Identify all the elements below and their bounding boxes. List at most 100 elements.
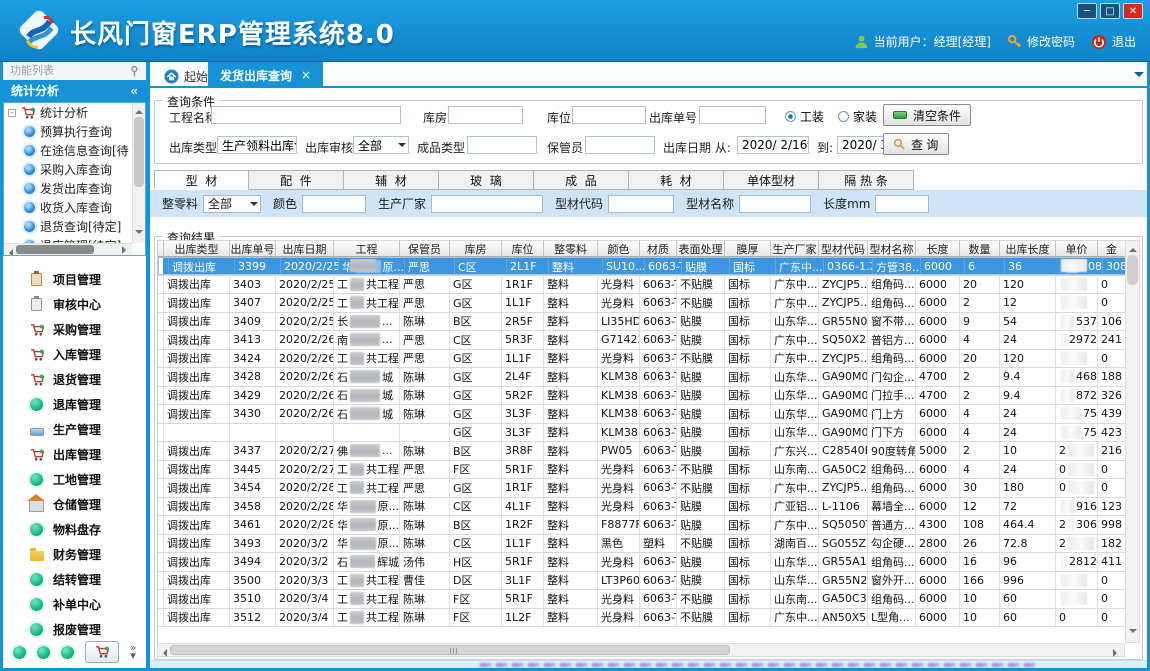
column-header[interactable]: 出库类型: [164, 240, 230, 257]
column-header[interactable]: 出库日期: [276, 240, 334, 257]
material-tab-配件[interactable]: 配 件: [249, 170, 344, 190]
close-button[interactable]: ✕: [1123, 3, 1143, 19]
radio-家装[interactable]: 家装: [838, 108, 877, 125]
tab-close-icon[interactable]: ×: [301, 68, 311, 82]
radio-工装[interactable]: 工装: [785, 108, 824, 125]
table-row[interactable]: 调拨出库35002020/3/3工共工程曹佳D区3L1F整料LT3P606063…: [158, 572, 1125, 591]
manufacturer-input[interactable]: [431, 195, 543, 213]
column-header[interactable]: 工程: [334, 240, 400, 257]
column-header[interactable]: 库位: [502, 240, 544, 257]
column-header[interactable]: 保管员: [400, 240, 450, 257]
column-header[interactable]: 材质: [640, 240, 677, 257]
table-row[interactable]: G区3L3F整料KLM38176063-T5贴膜国标山东华...GA90M09.…: [158, 424, 1125, 443]
scroll-down-icon[interactable]: [1129, 629, 1137, 637]
tree-collapse-icon[interactable]: -: [8, 109, 16, 117]
color-input[interactable]: [302, 195, 366, 213]
sidebar-item-退库管理[interactable]: 退库管理: [3, 392, 146, 417]
tree-item[interactable]: 在途信息查询[待: [4, 141, 132, 160]
table-row[interactable]: 调拨出库34542020/2/28工共工程严思G区1R1F整料光身料6063-T…: [158, 479, 1125, 498]
collapse-icon[interactable]: «: [130, 80, 138, 102]
column-header[interactable]: 颜色: [598, 240, 640, 257]
column-header[interactable]: 库房: [450, 240, 502, 257]
expand-more-button[interactable]: »▾: [130, 644, 137, 660]
table-vertical-scrollbar[interactable]: [1125, 240, 1140, 643]
column-header[interactable]: 单价: [1056, 240, 1098, 257]
clear-conditions-button[interactable]: 清空条件: [883, 104, 971, 126]
table-row[interactable]: 调拨出库34132020/2/26南...严思C区5R3F整料G71422606…: [158, 331, 1125, 350]
column-header[interactable]: 长度: [916, 240, 960, 257]
maximize-button[interactable]: □: [1100, 3, 1120, 19]
quick-cart-button[interactable]: [85, 641, 119, 663]
scroll-up-icon[interactable]: [135, 106, 143, 114]
length-input[interactable]: [875, 195, 929, 213]
material-tab-单体型材[interactable]: 单体型材: [724, 170, 819, 190]
tree-item[interactable]: 预算执行查询: [4, 122, 132, 141]
warehouse-input[interactable]: [448, 106, 523, 124]
sidebar-item-结转管理[interactable]: 结转管理: [3, 567, 146, 592]
column-header[interactable]: 整零料: [544, 240, 598, 257]
tree-vertical-scrollbar[interactable]: [132, 103, 145, 243]
column-header[interactable]: 生产厂家: [771, 240, 819, 257]
change-password-button[interactable]: 修改密码: [1007, 33, 1075, 50]
tree-item[interactable]: 收货入库查询: [4, 198, 132, 217]
table-row[interactable]: 调拨出库35122020/3/4工共工程陈琳F区1L2F整料光身料6063-T5…: [158, 609, 1125, 628]
tree-item[interactable]: 退货查询[待定]: [4, 217, 132, 236]
column-header[interactable]: 数量: [960, 240, 1000, 257]
table-row[interactable]: 调拨出库33992020/2/25华原...严思C区2L1F整料SU10...6…: [158, 257, 1125, 275]
tree-item[interactable]: 退库管理[待定]: [4, 236, 132, 243]
scroll-right-icon[interactable]: [122, 246, 130, 254]
location-input[interactable]: [572, 106, 646, 124]
out-type-select[interactable]: 生产领料出库: [217, 136, 297, 154]
table-row[interactable]: 调拨出库34302020/2/26石城陈琳G区3L3F整料KLM38176063…: [158, 405, 1125, 424]
quick-dot-button[interactable]: [61, 646, 74, 659]
audit-select[interactable]: 全部: [353, 136, 409, 154]
table-horizontal-scrollbar[interactable]: [157, 643, 1125, 657]
column-header[interactable]: 膜厚: [725, 240, 771, 257]
sidebar-item-生产管理[interactable]: 生产管理: [3, 417, 146, 442]
material-tab-辅材[interactable]: 辅 材: [344, 170, 439, 190]
scroll-down-icon[interactable]: [135, 230, 143, 238]
sidebar-item-审核中心[interactable]: 审核中心: [3, 292, 146, 317]
scroll-left-icon[interactable]: [159, 649, 167, 657]
quick-dot-button[interactable]: [13, 646, 26, 659]
quick-dot-button[interactable]: [37, 646, 50, 659]
tree-root-statistics[interactable]: -统计分析: [4, 103, 132, 122]
sidebar-item-项目管理[interactable]: 项目管理: [3, 267, 146, 292]
scroll-up-icon[interactable]: [1129, 244, 1137, 252]
material-tab-耗材[interactable]: 耗 材: [629, 170, 724, 190]
minimize-button[interactable]: ─: [1077, 3, 1097, 19]
table-row[interactable]: 调拨出库35102020/3/4工共工程陈琳F区5R1F整料光身料6063-T5…: [158, 590, 1125, 609]
keeper-input[interactable]: [585, 136, 655, 154]
column-header[interactable]: 型材代码: [819, 240, 868, 257]
table-row[interactable]: 调拨出库34282020/2/26石城陈琳G区2L4F整料KLM38176063…: [158, 368, 1125, 387]
sidebar-item-物料盘存[interactable]: 物料盘存: [3, 517, 146, 542]
date-from-select[interactable]: 2020/ 2/16: [737, 136, 809, 154]
sidebar-item-补单中心[interactable]: 补单中心: [3, 592, 146, 617]
column-header[interactable]: 表面处理: [677, 240, 725, 257]
logout-button[interactable]: 退出: [1091, 33, 1136, 50]
sidebar-item-工地管理[interactable]: 工地管理: [3, 467, 146, 492]
material-tab-隔热条[interactable]: 隔 热 条: [819, 170, 914, 190]
scroll-right-icon[interactable]: [1113, 649, 1121, 657]
tree-item[interactable]: 发货出库查询: [4, 179, 132, 198]
tree-horizontal-scrollbar[interactable]: [4, 243, 132, 255]
sidebar-item-入库管理[interactable]: 入库管理: [3, 342, 146, 367]
whole-part-select[interactable]: 全部: [203, 195, 261, 213]
search-button[interactable]: 查 询: [883, 133, 949, 155]
sidebar-item-采购管理[interactable]: 采购管理: [3, 317, 146, 342]
profile-code-input[interactable]: [608, 195, 674, 213]
table-row[interactable]: 调拨出库34452020/2/27工共工程严思F区5R1F整料光身料6063-T…: [158, 461, 1125, 480]
project-name-input[interactable]: [211, 106, 401, 124]
table-row[interactable]: 调拨出库34092020/2/25长...陈琳B区2R5F整料LI35HD606…: [158, 313, 1125, 332]
table-row[interactable]: 调拨出库34942020/3/2石辉城汤伟H区5R1F整料光身料6063-T5贴…: [158, 553, 1125, 572]
product-type-input[interactable]: [467, 136, 537, 154]
table-row[interactable]: 调拨出库34582020/2/28华原...陈琳C区4L1F整料光身料6063-…: [158, 498, 1125, 517]
tab-overflow-icon[interactable]: [1134, 72, 1144, 82]
tab-shipment-outbound-query[interactable]: 发货出库查询 ×: [208, 62, 323, 88]
sidebar-section-statistics[interactable]: 统计分析 «: [3, 80, 146, 102]
table-row[interactable]: 调拨出库34072020/2/25工共工程严思G区1L1F整料光身料6063-T…: [158, 294, 1125, 313]
pin-icon[interactable]: [130, 66, 139, 77]
material-tab-玻璃[interactable]: 玻 璃: [439, 170, 534, 190]
sidebar-item-仓储管理[interactable]: 仓储管理: [3, 492, 146, 517]
table-row[interactable]: 调拨出库34612020/2/28华原...陈琳B区1R2F整料F8877FT6…: [158, 516, 1125, 535]
